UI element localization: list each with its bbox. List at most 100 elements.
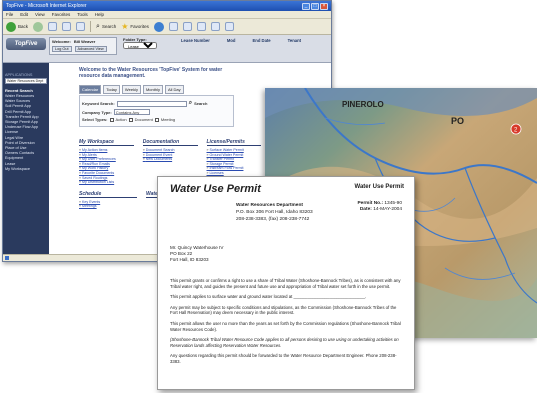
star-icon: ★	[121, 22, 129, 31]
tab-today[interactable]: Today	[103, 85, 120, 94]
tab-weekly[interactable]: Weekly	[121, 85, 141, 94]
browser-toolbar: Back ⌕ Search ★ Favorites	[3, 19, 331, 35]
back-button[interactable]: Back	[6, 21, 29, 32]
search-form: Keyword Search: ⌕ Search Company Type: C…	[79, 95, 234, 127]
permit-date: 14-MAY-2004	[373, 207, 402, 212]
section-link[interactable]: Meetings	[79, 204, 137, 209]
section-link[interactable]: Licenses	[207, 171, 262, 176]
tab-monthly[interactable]: Monthly	[142, 85, 163, 94]
folder-type-select[interactable]: Lease Expiring	[123, 42, 157, 49]
sidebar: APPLICATIONS Water Resources Dept Recent…	[3, 63, 49, 254]
keyword-label: Keyword Search:	[82, 101, 115, 106]
keyword-input[interactable]	[116, 100, 187, 107]
menu-tools[interactable]: Tools	[77, 12, 88, 17]
close-button[interactable]: ×	[320, 2, 328, 10]
meeting-checkbox[interactable]	[154, 117, 159, 122]
applications-label: APPLICATIONS	[5, 73, 33, 77]
permit-paragraph: This permit allows the user no more than…	[170, 320, 401, 332]
application-select[interactable]: Water Resources Dept	[5, 78, 47, 84]
section-heading: Documentation	[142, 139, 198, 146]
department-block: Water Resources Department P.O. Box 306 …	[236, 202, 313, 223]
edit-icon[interactable]	[210, 22, 220, 31]
company-type-label: Company Type:	[82, 109, 112, 115]
window-title: TopFive - Microsoft Internet Explorer	[6, 3, 87, 9]
permit-paragraph: Any questions regarding this permit shou…	[170, 353, 397, 364]
permit-heading: Water Use Permit	[354, 184, 404, 190]
permit-meta: Permit No.: 1345-90 Date: 14-MAY-2004	[357, 201, 402, 213]
back-label: Back	[18, 24, 29, 29]
home-icon[interactable]	[76, 22, 86, 31]
permit-paragraph: This permit grants or confirms a right t…	[170, 278, 401, 289]
title-bar: TopFive - Microsoft Internet Explorer _ …	[3, 1, 331, 11]
search-icon[interactable]: ⌕	[189, 100, 192, 107]
department-name: Water Resources Department	[236, 203, 303, 208]
minimize-button[interactable]: _	[302, 2, 310, 10]
messenger-icon[interactable]	[224, 22, 234, 31]
media-icon[interactable]	[153, 21, 164, 32]
favorites-label: Favorites	[130, 24, 149, 29]
column-mod[interactable]: Mod	[227, 38, 236, 43]
permit-document: Water Use Permit Water Use Permit Water …	[157, 176, 415, 390]
search-link[interactable]: Search	[194, 101, 207, 106]
permit-body: This permit grants or confirms a right t…	[170, 278, 404, 370]
section-heading: License/Permits	[206, 139, 262, 146]
recent-search-title[interactable]: Recent Search	[5, 88, 47, 93]
favorites-button[interactable]: ★ Favorites	[121, 22, 149, 31]
logout-button[interactable]: Log Out	[52, 46, 72, 52]
action-checkbox[interactable]	[109, 117, 114, 122]
print-icon[interactable]	[196, 22, 206, 31]
stop-icon[interactable]	[48, 22, 58, 31]
welcome-text: Welcome to the Water Resources 'TopFive'…	[79, 67, 223, 79]
date-label: Date:	[359, 207, 372, 212]
forward-arrow-icon[interactable]	[33, 21, 44, 32]
permit-title: Water Use Permit	[170, 183, 261, 195]
user-name: Bill Weaver	[73, 39, 96, 44]
column-end-date[interactable]: End Date	[252, 38, 270, 43]
column-lease-number[interactable]: Lease Number	[181, 38, 210, 43]
menu-bar: File Edit View Favorites Tools Help	[3, 11, 331, 19]
tab-all-day[interactable]: All Day	[164, 85, 184, 94]
company-type-select[interactable]: Contains Any	[113, 109, 150, 115]
welcome-box: Welcome: Bill Weaver Log Out Advanced Vi…	[49, 37, 117, 55]
tab-calendar[interactable]: Calendar	[79, 85, 102, 94]
recipient-address: Mr. Quincy Waterhouse IV PO Box 22 Fort …	[170, 245, 223, 263]
permit-paragraph: (Shoshone-Bannock Tribal Water Resource …	[170, 337, 399, 348]
advanced-view-button[interactable]: Advanced View	[74, 46, 107, 52]
section-link[interactable]: New Documents	[143, 157, 198, 162]
back-arrow-icon	[6, 21, 16, 32]
header-columns: Lease Number Mod End Date Tenant	[181, 38, 301, 43]
section-block: My WorkspaceMy Action ItemsMy AlertsMy U…	[79, 139, 134, 185]
map-label-po: PO	[451, 116, 465, 126]
permit-number-label: Permit No.:	[357, 201, 384, 206]
menu-favorites[interactable]: Favorites	[52, 12, 71, 17]
menu-file[interactable]: File	[6, 12, 13, 17]
sidebar-list: Water Resources Water Sources Soil Permit …	[5, 94, 47, 172]
mail-icon[interactable]	[182, 22, 192, 31]
folder-type: Folder Type: Lease Expiring	[123, 37, 157, 49]
section-heading: My Workspace	[79, 139, 134, 146]
history-icon[interactable]	[168, 22, 178, 31]
meeting-label: Meeting	[160, 117, 176, 122]
section-block: ScheduleKey EventsMeetings	[79, 191, 137, 209]
permit-number: 1345-90	[384, 201, 402, 206]
department-address: P.O. Box 306 Fort Hall, Idaho 83203	[236, 210, 313, 215]
section-heading: Schedule	[79, 191, 137, 198]
refresh-icon[interactable]	[62, 22, 72, 31]
select-types-label: Select Types:	[82, 117, 108, 122]
permit-paragraph: Any permit may be subject to specific co…	[170, 304, 397, 316]
page-icon	[5, 256, 9, 260]
recipient-city: Fort Hall, ID 83203	[170, 257, 209, 262]
document-checkbox[interactable]	[128, 117, 133, 122]
menu-view[interactable]: View	[35, 12, 45, 17]
menu-edit[interactable]: Edit	[20, 12, 28, 17]
menu-help[interactable]: Help	[95, 12, 104, 17]
sidebar-item[interactable]: My Workspace	[5, 167, 47, 172]
section-link[interactable]: My Distribution Lists	[79, 180, 134, 185]
toolbar-separator	[90, 21, 92, 32]
search-button[interactable]: ⌕ Search	[96, 23, 116, 31]
department-phone: 208-238-3383, (fax) 208-238-7742	[236, 217, 310, 222]
maximize-button[interactable]: □	[311, 2, 319, 10]
document-label: Document	[134, 117, 153, 122]
action-label: Action	[115, 117, 127, 122]
column-tenant[interactable]: Tenant	[288, 38, 301, 43]
